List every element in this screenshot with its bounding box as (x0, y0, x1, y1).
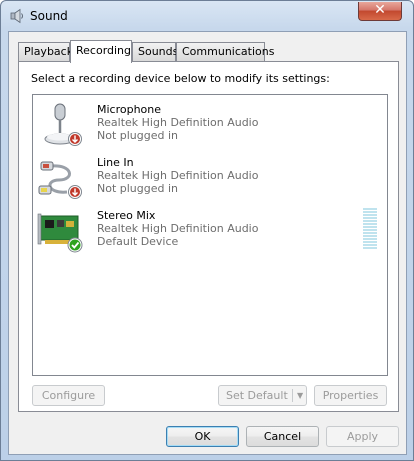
device-status: Default Device (97, 235, 179, 248)
split-divider (292, 389, 293, 402)
tab-recording[interactable]: Recording (70, 40, 132, 63)
set-default-split-button[interactable]: Set Default ▼ (218, 385, 307, 406)
microphone-icon (44, 103, 82, 146)
sound-card-icon (37, 213, 83, 253)
level-meter (363, 208, 377, 250)
device-driver: Realtek High Definition Audio (97, 222, 259, 235)
set-default-label: Set Default (226, 389, 288, 402)
title-bar[interactable]: Sound ✕ (1, 1, 413, 31)
device-name: Line In (97, 156, 134, 169)
recording-tab-panel: Select a recording device below to modif… (18, 61, 399, 412)
apply-button[interactable]: Apply (326, 426, 399, 447)
device-item-microphone[interactable]: Microphone Realtek High Definition Audio… (33, 99, 387, 151)
recording-device-list[interactable]: Microphone Realtek High Definition Audio… (32, 94, 388, 376)
device-name: Microphone (97, 103, 162, 116)
properties-button[interactable]: Properties (314, 385, 387, 406)
unplugged-icon (68, 185, 82, 199)
instruction-text: Select a recording device below to modif… (31, 72, 330, 85)
device-status: Not plugged in (97, 182, 179, 195)
unplugged-icon (68, 132, 82, 146)
device-driver: Realtek High Definition Audio (97, 169, 259, 182)
tab-sounds[interactable]: Sounds (132, 42, 178, 61)
dialog-client-area: Playback Recording Sounds Communications… (8, 31, 407, 455)
configure-button[interactable]: Configure (32, 385, 105, 406)
speaker-icon (10, 8, 23, 24)
device-status: Not plugged in (97, 129, 179, 142)
device-item-stereo-mix[interactable]: Stereo Mix Realtek High Definition Audio… (33, 205, 387, 257)
chevron-down-icon[interactable]: ▼ (297, 386, 303, 405)
close-icon: ✕ (374, 2, 386, 18)
device-driver: Realtek High Definition Audio (97, 116, 259, 129)
line-in-cable-icon (38, 161, 82, 199)
default-checkmark-icon (67, 237, 83, 253)
close-button[interactable]: ✕ (358, 2, 402, 21)
ok-button[interactable]: OK (166, 426, 239, 447)
window-title: Sound (30, 9, 68, 23)
sound-dialog-window: Sound ✕ Playback Recording Sounds Commun… (0, 0, 414, 461)
tab-playback[interactable]: Playback (18, 42, 73, 61)
tab-communications[interactable]: Communications (176, 42, 274, 61)
device-item-line-in[interactable]: Line In Realtek High Definition Audio No… (33, 152, 387, 204)
device-name: Stereo Mix (97, 209, 156, 222)
cancel-button[interactable]: Cancel (246, 426, 319, 447)
